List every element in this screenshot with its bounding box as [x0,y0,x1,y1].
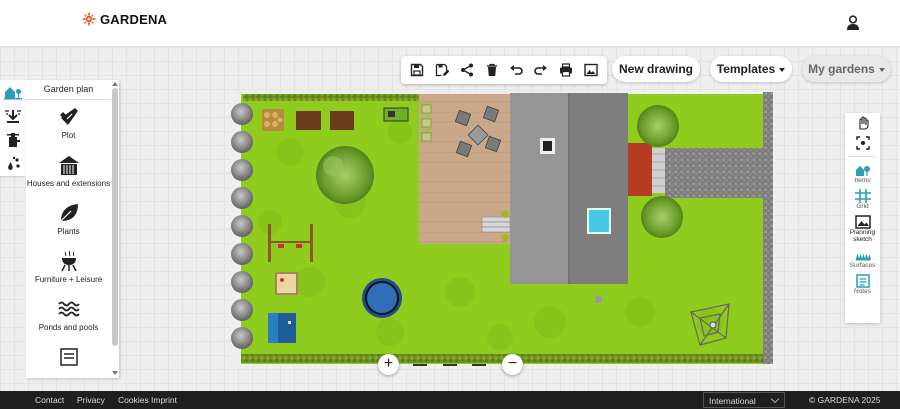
planning-sketch-label: Planning sketch [849,229,876,243]
category-label: Furniture + Leisure [34,275,103,284]
zoom-level-mark[interactable] [413,364,427,366]
zoom-out-button[interactable]: − [502,354,523,375]
garden-plan-icon [4,87,22,100]
print-icon [559,63,572,77]
garden-plan-canvas[interactable] [230,92,775,366]
category-ponds[interactable]: Ponds and pools [26,292,111,340]
surfaces-icon [855,253,871,262]
chevron-down-icon [779,67,786,72]
chevron-down-icon [770,394,780,404]
notes-label: Notes [854,288,871,295]
zoom-level-mark[interactable] [443,364,457,366]
notes-icon [59,348,78,366]
app-header: GARDENA [0,0,900,47]
rail-garden-plan[interactable] [0,80,26,104]
rail-tap[interactable] [0,128,26,152]
left-icon-rail [0,80,26,176]
sprinkler-drops-icon [8,156,20,170]
category-label: Ponds and pools [38,323,99,332]
category-label: Plants [57,227,80,236]
zoom-level-mark[interactable] [472,364,486,366]
grid-icon [854,189,871,203]
footer-link-privacy[interactable]: Privacy [77,395,105,405]
new-drawing-label: New drawing [618,62,693,76]
undo-icon [510,65,524,75]
footer-link-contact[interactable]: Contact [35,395,64,405]
export-image-button[interactable] [578,56,603,84]
panel-scrollbar[interactable] [112,81,118,376]
rail-sprinkler[interactable] [0,152,26,176]
zoom-in-button[interactable]: + [378,354,399,375]
items-label: Items [854,177,871,184]
page-footer: Contact Privacy Cookies Imprint Internat… [0,391,900,409]
rail-irrigation[interactable] [0,104,26,128]
surfaces-label: Surfaces [849,262,876,269]
redo-icon [534,65,548,75]
edit-toolbar [401,56,607,84]
templates-dropdown[interactable]: Templates [710,56,792,82]
undo-button[interactable] [504,56,529,84]
notes-toggle[interactable]: Notes [845,274,880,295]
save-icon [411,63,424,77]
sketch-icon [854,215,871,229]
redo-button[interactable] [529,56,554,84]
category-label: Plot [61,131,76,140]
chevron-down-icon [878,67,885,72]
divider [848,156,877,157]
view-tools-panel: Items Grid Planning sketch Surfaces Note… [845,113,880,323]
surfaces-toggle[interactable]: Surfaces [845,248,880,269]
save-as-icon [435,63,450,77]
language-value: International [709,396,756,406]
pan-tool[interactable] [845,116,880,130]
garden-plan-panel: Garden plan Plot Houses and extensions P… [26,80,119,378]
irrigation-icon [5,110,21,123]
grill-icon [60,250,77,272]
my-gardens-label: My gardens [808,62,875,76]
templates-label: Templates [716,62,776,76]
category-more[interactable] [26,340,111,378]
grid-toggle[interactable]: Grid [845,189,880,210]
house-icon [58,156,79,175]
save-button[interactable] [405,56,430,84]
copyright-text: © GARDENA 2025 [809,395,881,405]
new-drawing-button[interactable]: New drawing [612,56,700,82]
hand-icon [858,116,869,130]
language-select[interactable]: International [703,392,785,408]
leaf-icon [60,204,78,222]
category-houses[interactable]: Houses and extensions [26,148,111,196]
category-label: Houses and extensions [26,179,111,188]
scroll-up-icon[interactable] [112,81,118,87]
category-plants[interactable]: Plants [26,196,111,244]
print-button[interactable] [554,56,579,84]
gardena-logo[interactable]: GARDENA [81,11,167,27]
water-icon [57,301,80,317]
footer-link-imprint[interactable]: Imprint [151,395,177,405]
scroll-down-icon[interactable] [112,370,118,376]
category-furniture[interactable]: Furniture + Leisure [26,244,111,292]
category-plot[interactable]: Plot [26,100,111,148]
image-icon [583,63,598,77]
gardena-logo-mark [81,11,97,27]
tap-icon [7,133,20,147]
items-icon [855,166,870,176]
save-as-button[interactable] [430,56,455,84]
panel-title: Garden plan [26,80,111,100]
share-button[interactable] [455,56,480,84]
notes-icon [855,274,870,288]
my-gardens-dropdown[interactable]: My gardens [802,56,891,82]
brand-name: GARDENA [100,11,168,27]
items-toggle[interactable]: Items [845,163,880,184]
planning-sketch-toggle[interactable]: Planning sketch [845,215,880,243]
trowel-icon [59,108,78,125]
delete-icon [486,63,497,76]
scroll-thumb[interactable] [112,88,118,346]
fit-view-tool[interactable] [845,136,880,150]
user-icon[interactable] [846,15,860,31]
focus-icon [855,136,870,150]
grid-label: Grid [856,203,869,210]
delete-button[interactable] [479,56,504,84]
footer-link-cookies[interactable]: Cookies [118,395,149,405]
share-icon [460,63,473,77]
